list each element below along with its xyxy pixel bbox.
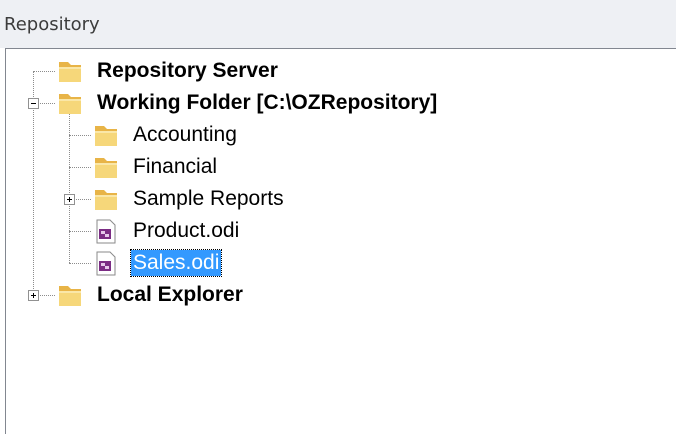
tree-node-label-selected: Sales.odi bbox=[129, 249, 223, 277]
folder-icon bbox=[95, 158, 117, 178]
tree-connector bbox=[74, 199, 91, 200]
tree-node-label: Working Folder [C:\OZRepository] bbox=[97, 91, 438, 114]
folder-icon bbox=[59, 94, 81, 114]
tree-connector bbox=[38, 103, 55, 104]
tree-connector bbox=[33, 71, 55, 72]
tree-node-label: Local Explorer bbox=[97, 283, 243, 306]
tree-connector bbox=[38, 295, 55, 296]
expand-local-explorer-toggle[interactable] bbox=[28, 290, 39, 301]
tree-connector bbox=[69, 167, 91, 168]
tree-node-label: Sample Reports bbox=[133, 187, 284, 210]
tree-node-label: Repository Server bbox=[97, 59, 278, 82]
repository-panel-header: Repository bbox=[0, 0, 676, 48]
tree-connector bbox=[69, 231, 91, 232]
folder-icon bbox=[59, 62, 81, 82]
tree-node-label: Financial bbox=[133, 155, 218, 178]
tree-node-label: Accounting bbox=[133, 123, 237, 146]
collapse-working-folder-toggle[interactable] bbox=[28, 98, 39, 109]
odi-file-icon bbox=[96, 251, 116, 276]
folder-icon bbox=[95, 190, 117, 210]
tree-connector bbox=[69, 263, 91, 264]
folder-icon bbox=[59, 286, 81, 306]
repository-tree[interactable]: Repository Server Working Folder [C:\OZR… bbox=[5, 48, 676, 434]
folder-icon bbox=[95, 126, 117, 146]
expand-sample-reports-toggle[interactable] bbox=[64, 194, 75, 205]
tree-node-label: Product.odi bbox=[133, 219, 240, 242]
tree-connector bbox=[69, 135, 91, 136]
panel-title: Repository bbox=[4, 14, 100, 35]
odi-file-icon bbox=[96, 219, 116, 244]
